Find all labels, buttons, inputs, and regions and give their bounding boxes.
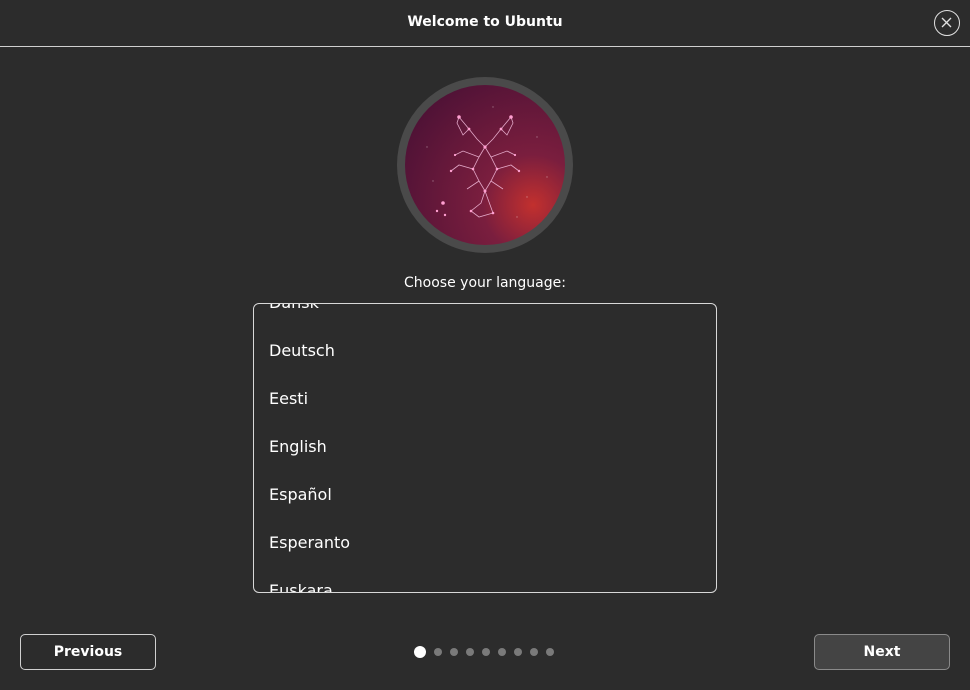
page-dot-8 <box>530 648 538 656</box>
language-prompt: Choose your language: <box>404 275 566 291</box>
language-list[interactable]: Dansk Deutsch Eesti English Español Espe… <box>253 303 717 593</box>
numbat-constellation-icon <box>397 77 573 253</box>
next-button[interactable]: Next <box>814 634 950 670</box>
language-item-espanol[interactable]: Español <box>254 471 716 519</box>
title-bar: Welcome to Ubuntu <box>0 0 970 47</box>
page-dot-4 <box>466 648 474 656</box>
page-dot-5 <box>482 648 490 656</box>
page-dot-1 <box>414 646 426 658</box>
page-dot-6 <box>498 648 506 656</box>
language-item-eesti[interactable]: Eesti <box>254 375 716 423</box>
previous-button[interactable]: Previous <box>20 634 156 670</box>
language-item-esperanto[interactable]: Esperanto <box>254 519 716 567</box>
welcome-artwork <box>397 77 573 253</box>
language-item-deutsch[interactable]: Deutsch <box>254 327 716 375</box>
language-item-dansk[interactable]: Dansk <box>254 304 716 327</box>
window-title: Welcome to Ubuntu <box>407 14 563 30</box>
page-dot-2 <box>434 648 442 656</box>
page-dot-9 <box>546 648 554 656</box>
language-item-english[interactable]: English <box>254 423 716 471</box>
language-list-items: Dansk Deutsch Eesti English Español Espe… <box>254 304 716 592</box>
language-item-euskara[interactable]: Euskara <box>254 567 716 592</box>
close-icon <box>941 17 952 28</box>
page-dot-7 <box>514 648 522 656</box>
page-dot-3 <box>450 648 458 656</box>
close-button[interactable] <box>934 10 960 36</box>
